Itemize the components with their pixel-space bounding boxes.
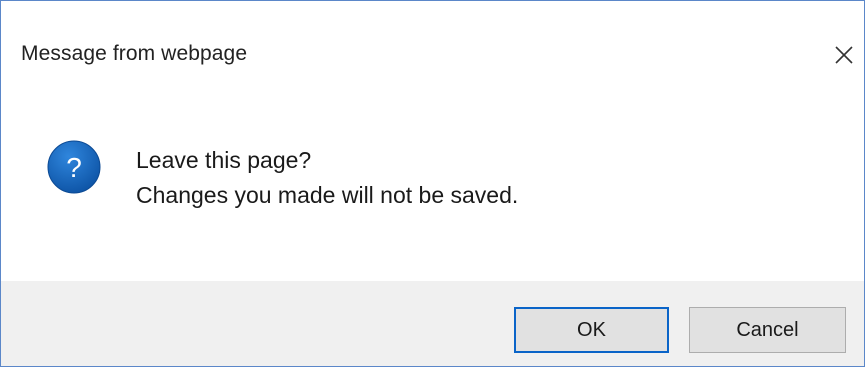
message-dialog: Message from webpage ? Leave this page? … <box>0 0 865 367</box>
ok-button[interactable]: OK <box>514 307 669 353</box>
cancel-button[interactable]: Cancel <box>689 307 846 353</box>
dialog-message: Leave this page? Changes you made will n… <box>136 143 518 213</box>
close-button[interactable] <box>826 37 862 73</box>
message-line-1: Leave this page? <box>136 147 312 173</box>
close-icon <box>835 46 853 64</box>
dialog-title: Message from webpage <box>21 42 248 65</box>
message-line-2: Changes you made will not be saved. <box>136 182 519 208</box>
dialog-content: ? Leave this page? Changes you made will… <box>1 101 864 281</box>
question-glyph: ? <box>66 152 82 183</box>
dialog-titlebar: Message from webpage <box>1 1 864 101</box>
dialog-footer: OK Cancel <box>1 281 864 366</box>
question-icon: ? <box>47 140 101 194</box>
